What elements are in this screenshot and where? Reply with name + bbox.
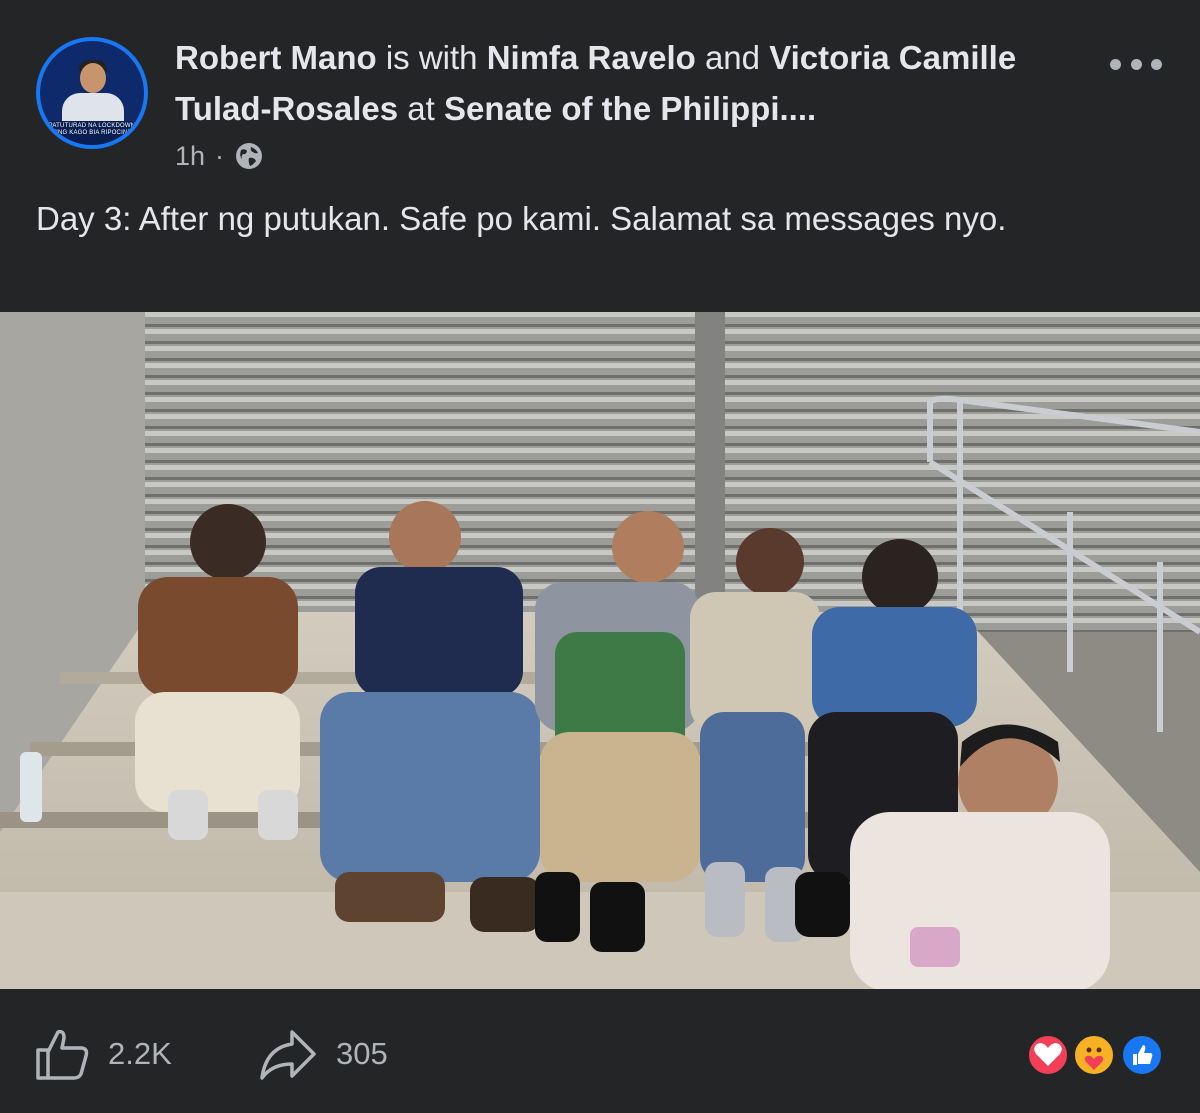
post-header: PATUTURAD NA LOCKDOWN TING KAGO BIA RIPO…	[0, 0, 1200, 312]
care-reaction-icon	[1072, 1033, 1116, 1077]
share-count: 305	[336, 1036, 388, 1071]
share-button[interactable]: 305	[258, 1025, 388, 1083]
globe-icon	[236, 143, 263, 169]
photo-water-bottle	[20, 752, 42, 822]
location-link[interactable]: Senate of the Philippi....	[444, 90, 816, 127]
meta-separator: ·	[215, 140, 225, 171]
like-button[interactable]: 2.2K	[34, 1025, 172, 1083]
post-caption: Day 3: After ng putukan. Safe po kami. S…	[36, 200, 1007, 237]
post-title: Robert Mano is with Nimfa Ravelo and Vic…	[175, 32, 1075, 134]
author-name[interactable]: Robert Mano	[175, 39, 377, 76]
more-options-icon[interactable]	[1110, 56, 1162, 72]
love-reaction-icon	[1026, 1033, 1070, 1077]
and-text: and	[704, 39, 761, 76]
tagged-person-1[interactable]: Nimfa Ravelo	[487, 39, 696, 76]
author-avatar[interactable]: PATUTURAD NA LOCKDOWN TING KAGO BIA RIPO…	[36, 37, 148, 149]
avatar-face	[80, 63, 106, 93]
at-text: at	[407, 90, 435, 127]
thumbs-up-icon	[36, 1029, 89, 1080]
post-photo[interactable]	[0, 312, 1200, 989]
avatar-banner-text: PATUTURAD NA LOCKDOWN TING KAGO BIA RIPO…	[48, 123, 136, 136]
with-text: is with	[385, 39, 478, 76]
share-arrow-icon	[260, 1030, 316, 1080]
post-actions: 2.2K 305	[0, 989, 1200, 1113]
post-meta: 1h ·	[175, 138, 264, 174]
reaction-summary[interactable]	[1026, 1033, 1166, 1079]
timestamp[interactable]: 1h	[175, 141, 205, 172]
avatar-shirt	[62, 93, 124, 123]
like-count: 2.2K	[108, 1036, 172, 1071]
like-reaction-icon	[1120, 1033, 1164, 1077]
